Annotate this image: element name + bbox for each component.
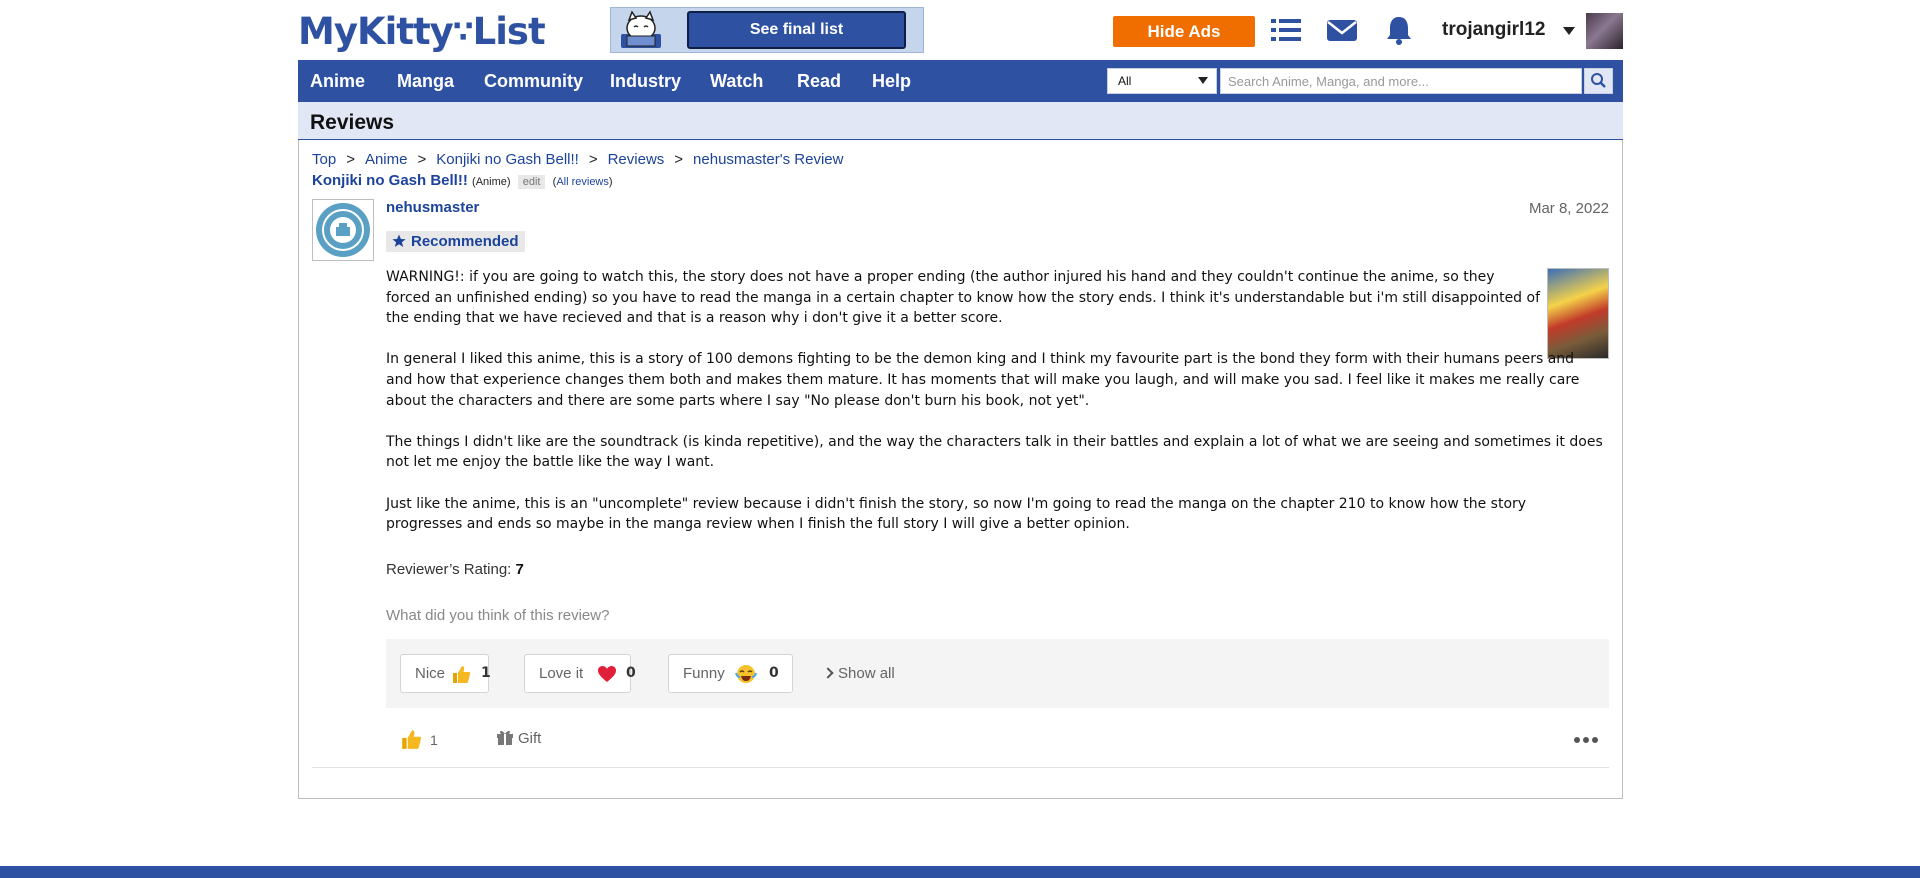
breadcrumb-anime[interactable]: Anime	[365, 151, 408, 168]
logo-text-2: List	[472, 10, 546, 53]
dropdown-arrow-icon	[1198, 77, 1208, 84]
caret-down-icon[interactable]	[1563, 27, 1575, 35]
reaction-nice-button[interactable]: Nice 1	[400, 654, 491, 693]
logo-symbol: ∵	[452, 15, 474, 50]
reaction-count: 0	[626, 665, 636, 681]
reactions-bar: Nice 1 Love it 0 Funny 0 Show all	[386, 639, 1609, 708]
site-footer-bar	[0, 866, 1920, 878]
nav-watch[interactable]: Watch	[710, 60, 763, 102]
search-category-select[interactable]: All	[1107, 68, 1217, 94]
review-paragraph: WARNING!: if you are going to watch this…	[386, 269, 1541, 327]
like-count: 1	[430, 732, 438, 748]
reaction-count: 1	[481, 665, 491, 681]
rating-label: Reviewer’s Rating:	[386, 561, 512, 578]
star-icon	[392, 234, 406, 247]
gift-button[interactable]: Gift	[496, 730, 541, 747]
bell-icon[interactable]	[1382, 14, 1416, 46]
review-footer-actions: 1 Gift	[386, 728, 1609, 768]
review-content: Top > Anime > Konjiki no Gash Bell!! > Reviews…	[298, 140, 1623, 799]
more-options-icon[interactable]	[1573, 736, 1599, 744]
reaction-label: Funny	[683, 665, 725, 682]
thumbs-up-icon[interactable]	[400, 728, 422, 750]
hide-ads-button[interactable]: Hide Ads	[1113, 16, 1255, 47]
edit-button[interactable]: edit	[517, 175, 546, 189]
username-menu[interactable]: trojangirl12	[1442, 19, 1545, 41]
nav-read[interactable]: Read	[797, 60, 841, 102]
reviewer-username[interactable]: nehusmaster	[386, 199, 479, 216]
review-date: Mar 8, 2022	[1528, 200, 1609, 217]
breadcrumb-anime-title[interactable]: Konjiki no Gash Bell!!	[436, 151, 579, 168]
search-category-value: All	[1118, 74, 1132, 88]
site-logo[interactable]: MyKitty∵List	[298, 10, 546, 53]
recommended-tag: Recommended	[386, 231, 525, 252]
divider	[312, 767, 1609, 768]
all-reviews-link[interactable]: All reviews	[556, 176, 609, 188]
reviewer-avatar-emblem	[316, 203, 370, 257]
reaction-funny-button[interactable]: Funny 0	[668, 654, 793, 693]
heart-icon	[598, 666, 616, 682]
search-button[interactable]	[1584, 68, 1613, 94]
anime-subheading: Konjiki no Gash Bell!! (Anime) edit (All…	[312, 172, 613, 189]
laughing-face-icon	[735, 665, 757, 683]
search-icon	[1591, 73, 1606, 88]
nav-community[interactable]: Community	[484, 60, 583, 102]
breadcrumb-separator: >	[674, 151, 684, 168]
anime-type-label: (Anime)	[472, 176, 511, 188]
breadcrumb-reviews[interactable]: Reviews	[608, 151, 665, 168]
see-final-list-button[interactable]: See final list	[687, 11, 906, 49]
list-icon[interactable]	[1269, 14, 1303, 46]
paren-close: )	[608, 176, 613, 188]
search-input[interactable]	[1220, 68, 1582, 94]
breadcrumb-top[interactable]: Top	[312, 151, 336, 168]
anime-title-link[interactable]: Konjiki no Gash Bell!!	[312, 172, 468, 189]
mail-icon[interactable]	[1325, 14, 1359, 46]
nav-help[interactable]: Help	[872, 60, 911, 102]
reaction-label: Love it	[539, 665, 584, 682]
reviewer-avatar[interactable]	[312, 199, 374, 261]
site-header: MyKitty∵List See final list Hide Ads tro…	[298, 0, 1623, 60]
feedback-question: What did you think of this review?	[386, 607, 610, 624]
user-avatar[interactable]	[1586, 13, 1623, 49]
review-paragraph: The things I didn't like are the soundtr…	[386, 433, 1603, 471]
reaction-love-button[interactable]: Love it 0	[524, 654, 636, 693]
page-title-bar: Reviews	[298, 102, 1623, 140]
nav-anime[interactable]: Anime	[310, 60, 365, 102]
nav-manga[interactable]: Manga	[397, 60, 454, 102]
review-paragraph: In general I liked this anime, this is a…	[386, 351, 1580, 409]
gift-icon	[497, 730, 513, 745]
breadcrumb-separator: >	[588, 151, 598, 168]
reviewer-rating: Reviewer’s Rating: 7	[386, 561, 524, 578]
logo-text: MyKitty	[298, 10, 454, 53]
breadcrumb-separator: >	[417, 151, 427, 168]
rating-value: 7	[515, 561, 524, 578]
reaction-count: 0	[769, 665, 779, 681]
review-paragraph: Just like the anime, this is an "uncompl…	[386, 495, 1527, 533]
promo-banner[interactable]: See final list	[610, 7, 924, 53]
thumbs-up-icon	[453, 666, 471, 683]
recommended-label: Recommended	[411, 233, 519, 250]
gift-label: Gift	[518, 730, 542, 747]
nav-industry[interactable]: Industry	[610, 60, 681, 102]
main-nav: Anime Manga Community Industry Watch Rea…	[298, 60, 1623, 102]
breadcrumb-current-review[interactable]: nehusmaster's Review	[693, 151, 843, 168]
review-body: WARNING!: if you are going to watch this…	[386, 267, 1621, 555]
page-title: Reviews	[310, 111, 395, 134]
show-all-reactions-button[interactable]: Show all	[822, 654, 895, 693]
breadcrumb-separator: >	[346, 151, 355, 168]
reaction-label: Nice	[415, 665, 446, 682]
mascot-reading-icon	[621, 10, 661, 48]
breadcrumb: Top > Anime > Konjiki no Gash Bell!! > Reviews…	[312, 151, 843, 168]
